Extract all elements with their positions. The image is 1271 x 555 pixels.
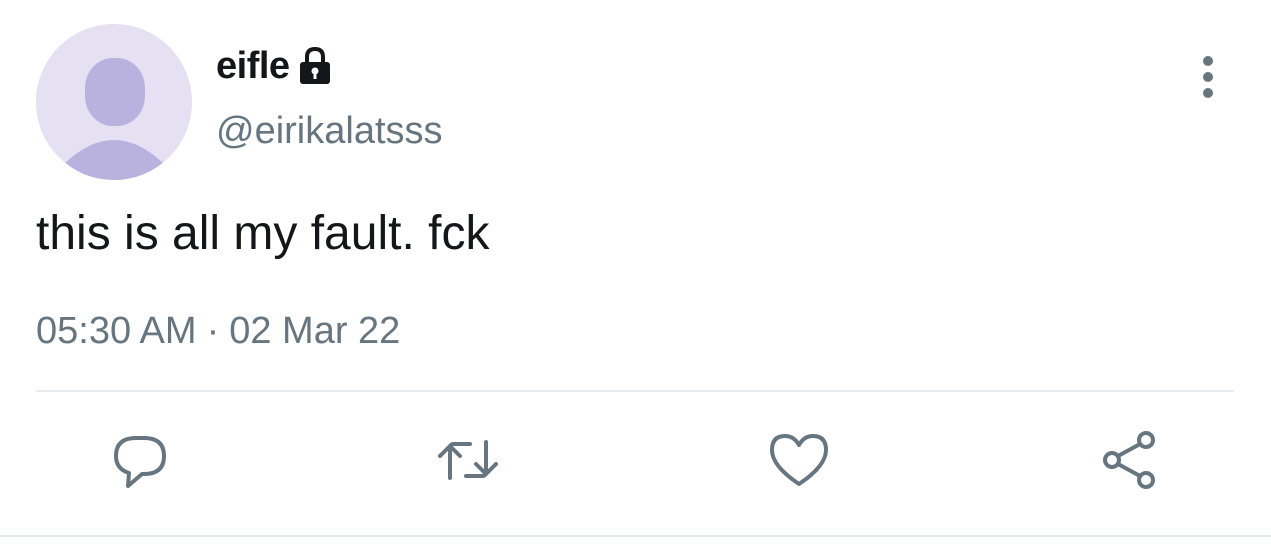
more-options-icon-dot [1203,56,1213,66]
share-button[interactable] [1095,425,1165,495]
retweet-button[interactable] [433,425,503,495]
share-icon [1103,431,1155,489]
more-options-icon-dot [1203,88,1213,98]
reply-icon [114,436,166,488]
bottom-border [0,535,1271,537]
default-avatar-icon [36,24,192,180]
display-name-row: eifle [216,38,332,94]
user-handle[interactable]: @eirikalatsss [216,110,443,153]
more-options-button[interactable] [1188,52,1228,102]
tweet-card: eifle @eirikalatsss this is all my fault… [0,0,1271,555]
divider [36,390,1234,392]
avatar[interactable] [36,24,192,180]
timestamp-row: 05:30 AM · 02 Mar 22 [36,310,400,353]
action-bar [0,425,1271,505]
retweet-icon [438,440,498,480]
like-button[interactable] [764,425,834,495]
reply-button[interactable] [105,425,175,495]
timestamp-separator: · [206,310,220,352]
display-name[interactable]: eifle [216,45,290,88]
like-icon [770,434,828,486]
more-options-icon-dot [1203,72,1213,82]
tweet-date: 02 Mar 22 [229,310,401,352]
tweet-time: 05:30 AM [36,310,197,352]
tweet-text: this is all my fault. fck [36,207,490,260]
lock-icon [298,46,332,86]
